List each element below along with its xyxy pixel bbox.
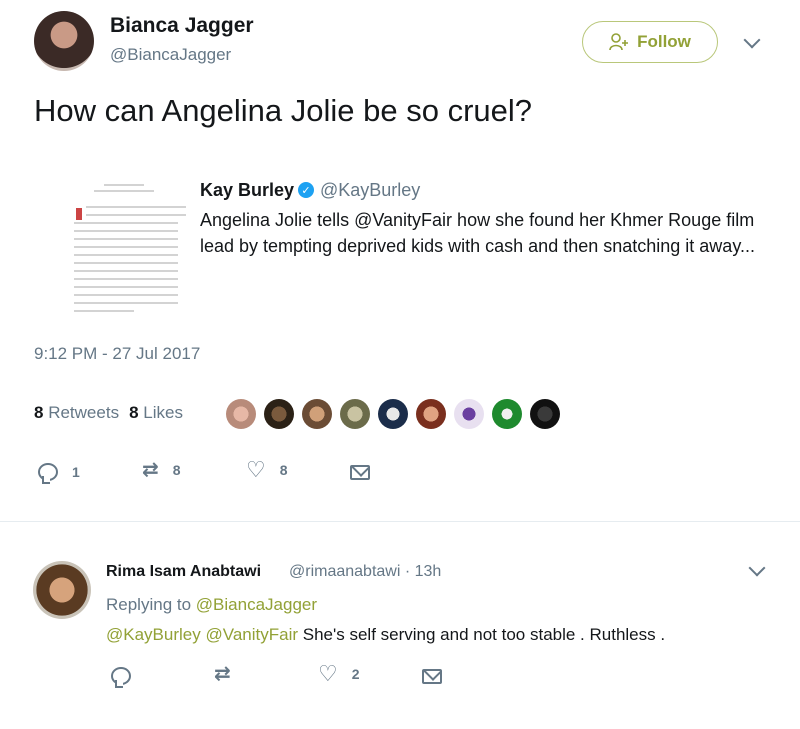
reply-body: She's self serving and not too stable . …: [302, 625, 666, 644]
reply-author-name[interactable]: Rima Isam Anabtawi: [106, 563, 261, 581]
reply-reply-action[interactable]: [111, 667, 131, 685]
follow-label: Follow: [637, 32, 691, 51]
tweet-timestamp[interactable]: 9:12 PM - 27 Jul 2017: [34, 344, 200, 364]
like-count: 8: [279, 462, 288, 478]
likes-count: 8: [129, 403, 139, 422]
liker-avatar[interactable]: [226, 399, 256, 429]
retweet-action[interactable]: ⇄ 8: [142, 460, 181, 480]
retweet-icon: ⇄: [142, 459, 159, 481]
divider: [0, 521, 800, 522]
author-handle[interactable]: @BiancaJagger: [110, 45, 231, 65]
liker-avatar[interactable]: [454, 399, 484, 429]
replying-to: Replying to @BiancaJagger: [106, 595, 317, 615]
mail-icon: [422, 669, 442, 684]
quote-author-name[interactable]: Kay Burley: [200, 180, 294, 201]
liker-avatar[interactable]: [416, 399, 446, 429]
retweets-label: Retweets: [48, 403, 120, 422]
mail-icon: [350, 465, 370, 480]
person-add-icon: [609, 33, 629, 51]
retweets-stat[interactable]: 8 Retweets: [34, 403, 119, 423]
chevron-down-icon[interactable]: [748, 559, 766, 577]
quote-text[interactable]: Angelina Jolie tells @VanityFair how she…: [200, 207, 760, 259]
reply-action[interactable]: 1: [38, 463, 80, 481]
mention-link[interactable]: @VanityFair: [205, 625, 298, 644]
mention-link[interactable]: @KayBurley: [106, 625, 201, 644]
liker-avatar[interactable]: [340, 399, 370, 429]
replying-to-link[interactable]: @BiancaJagger: [196, 595, 317, 614]
retweet-count: 8: [172, 462, 181, 478]
chevron-down-icon[interactable]: [743, 31, 761, 49]
liker-avatar[interactable]: [378, 399, 408, 429]
retweets-count: 8: [34, 403, 44, 422]
reply-retweet-action[interactable]: ⇄: [214, 664, 231, 684]
reply-author-avatar[interactable]: [33, 561, 91, 619]
author-avatar[interactable]: [34, 11, 94, 71]
dm-action[interactable]: [350, 465, 370, 480]
reply-like-action[interactable]: ♡ 2: [318, 663, 360, 685]
liker-avatar[interactable]: [302, 399, 332, 429]
tweet-text: How can Angelina Jolie be so cruel?: [34, 93, 533, 128]
reply-like-count: 2: [351, 666, 360, 682]
follow-button[interactable]: Follow: [582, 21, 718, 63]
likes-stat[interactable]: 8 Likes: [129, 403, 183, 423]
reply-text: @KayBurley @VanityFair She's self servin…: [106, 625, 665, 645]
reply-icon: [111, 667, 131, 685]
likes-label: Likes: [143, 403, 183, 422]
heart-icon: ♡: [318, 661, 338, 686]
engagement-stats: 8 Retweets 8 Likes: [34, 403, 183, 423]
quote-thumbnail[interactable]: [64, 176, 192, 328]
retweet-icon: ⇄: [214, 663, 231, 685]
quote-author-handle[interactable]: @KayBurley: [320, 180, 420, 201]
author-name[interactable]: Bianca Jagger: [110, 14, 254, 38]
verified-badge-icon: ✓: [298, 182, 314, 198]
liker-avatar[interactable]: [530, 399, 560, 429]
liker-avatar[interactable]: [264, 399, 294, 429]
reply-author-handle[interactable]: @rimaanabtawi · 13h: [289, 563, 441, 581]
reply-dm-action[interactable]: [422, 669, 442, 684]
reply-count: 1: [72, 464, 80, 480]
like-action[interactable]: ♡ 8: [246, 459, 288, 481]
reply-icon: [38, 463, 58, 481]
liker-avatar[interactable]: [492, 399, 522, 429]
replying-prefix: Replying to: [106, 595, 192, 614]
heart-icon: ♡: [246, 457, 266, 482]
